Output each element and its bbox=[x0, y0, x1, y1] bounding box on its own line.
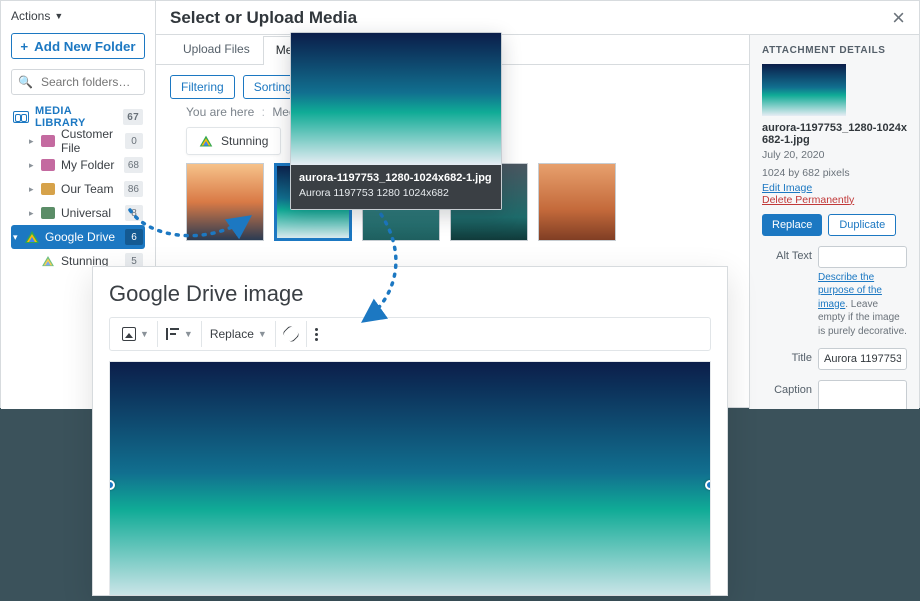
editor-image-wrapper[interactable] bbox=[109, 361, 711, 596]
align-icon bbox=[166, 328, 180, 340]
subfolder-label: Stunning bbox=[221, 134, 268, 148]
modal-title: Select or Upload Media bbox=[170, 8, 892, 28]
filtering-button[interactable]: Filtering bbox=[170, 75, 235, 99]
thumbnail[interactable] bbox=[538, 163, 616, 241]
folder-label: Our Team bbox=[61, 182, 124, 196]
link-icon bbox=[282, 325, 300, 343]
modal-header: Select or Upload Media × bbox=[156, 1, 919, 35]
folder-google-drive[interactable]: ▾ Google Drive 6 bbox=[11, 225, 145, 249]
collapse-icon: ▾ bbox=[13, 232, 23, 243]
breadcrumb-prefix: You are here bbox=[186, 105, 254, 119]
alt-text-input[interactable] bbox=[818, 246, 907, 268]
link-button[interactable] bbox=[276, 321, 307, 347]
search-icon: 🔍 bbox=[18, 75, 33, 89]
actions-menu[interactable]: Actions ▼ bbox=[11, 9, 145, 23]
title-label: Title bbox=[762, 348, 812, 364]
add-folder-label: Add New Folder bbox=[34, 39, 135, 54]
align-button[interactable]: ▼ bbox=[158, 321, 202, 347]
caption-label: Caption bbox=[762, 380, 812, 396]
expand-icon: ▸ bbox=[29, 136, 39, 147]
image-icon bbox=[122, 327, 136, 341]
block-type-button[interactable]: ▼ bbox=[114, 321, 158, 347]
expand-icon: ▸ bbox=[29, 184, 39, 195]
edit-image-link[interactable]: Edit Image bbox=[762, 182, 907, 194]
alt-text-hint: Describe the purpose of the image. Leave… bbox=[818, 271, 907, 339]
resize-handle-right[interactable] bbox=[705, 480, 711, 490]
badge-count: 67 bbox=[123, 109, 143, 125]
editor-heading: Google Drive image bbox=[93, 267, 727, 317]
badge-count: 68 bbox=[124, 157, 143, 173]
folder-my-folder[interactable]: ▸ My Folder 68 bbox=[11, 153, 145, 177]
alt-text-label: Alt Text bbox=[762, 246, 812, 262]
folder-search-input[interactable]: 🔍 bbox=[11, 69, 145, 95]
folder-icon bbox=[41, 207, 55, 219]
preview-caption: aurora-1197753_1280-1024x682-1.jpg Auror… bbox=[291, 165, 501, 209]
more-options-button[interactable] bbox=[307, 321, 326, 347]
chevron-down-icon: ▼ bbox=[258, 329, 267, 339]
close-icon[interactable]: × bbox=[892, 7, 905, 29]
tree-root-media-library[interactable]: MEDIA LIBRARY 67 bbox=[11, 105, 145, 129]
chevron-down-icon: ▼ bbox=[54, 11, 63, 21]
replace-label: Replace bbox=[210, 327, 254, 341]
badge-count: 8 bbox=[125, 205, 143, 221]
badge-count: 86 bbox=[124, 181, 143, 197]
actions-label: Actions bbox=[11, 9, 50, 23]
badge-count: 0 bbox=[125, 133, 143, 149]
folder-icon bbox=[41, 159, 55, 171]
details-dimensions: 1024 by 682 pixels bbox=[762, 166, 907, 182]
folder-label: My Folder bbox=[61, 158, 124, 172]
tab-upload-files[interactable]: Upload Files bbox=[170, 35, 263, 64]
block-toolbar: ▼ ▼ Replace ▼ bbox=[109, 317, 711, 351]
folder-our-team[interactable]: ▸ Our Team 86 bbox=[11, 177, 145, 201]
google-drive-icon bbox=[42, 255, 54, 266]
details-filename: aurora-1197753_1280-1024x682-1.jpg bbox=[762, 122, 907, 146]
media-library-icon bbox=[13, 111, 29, 123]
expand-icon: ▸ bbox=[29, 208, 39, 219]
block-editor-panel: Google Drive image ▼ ▼ Replace ▼ bbox=[92, 266, 728, 596]
preview-image bbox=[291, 33, 501, 165]
plus-icon: + bbox=[20, 39, 28, 54]
folder-universal[interactable]: ▸ Universal 8 bbox=[11, 201, 145, 225]
details-heading: ATTACHMENT DETAILS bbox=[762, 45, 907, 56]
chevron-down-icon: ▼ bbox=[184, 329, 193, 339]
folder-label: Universal bbox=[61, 206, 125, 220]
details-thumbnail bbox=[762, 64, 846, 116]
folder-icon bbox=[41, 135, 55, 147]
details-date: July 20, 2020 bbox=[762, 148, 907, 164]
expand-icon: ▸ bbox=[29, 160, 39, 171]
google-drive-icon bbox=[25, 231, 39, 244]
google-drive-icon bbox=[200, 135, 213, 147]
folder-label: Customer File bbox=[61, 127, 125, 155]
folder-label: Google Drive bbox=[45, 230, 125, 244]
thumbnail[interactable] bbox=[186, 163, 264, 241]
replace-button[interactable]: Replace ▼ bbox=[202, 321, 276, 347]
badge-count: 6 bbox=[125, 229, 143, 245]
replace-button[interactable]: Replace bbox=[762, 214, 822, 236]
delete-permanently-link[interactable]: Delete Permanently bbox=[762, 194, 907, 206]
breadcrumb-sep: : bbox=[262, 105, 265, 119]
caption-input[interactable] bbox=[818, 380, 907, 409]
thumbnail-preview-card: aurora-1197753_1280-1024x682-1.jpg Auror… bbox=[290, 32, 502, 210]
attachment-details: ATTACHMENT DETAILS aurora-1197753_1280-1… bbox=[749, 35, 919, 409]
folder-icon bbox=[41, 183, 55, 195]
editor-image bbox=[110, 362, 710, 596]
preview-filename: aurora-1197753_1280-1024x682-1.jpg bbox=[299, 171, 493, 186]
title-input[interactable] bbox=[818, 348, 907, 370]
preview-subline: Aurora 1197753 1280 1024x682 bbox=[299, 187, 449, 199]
tree-root-label: MEDIA LIBRARY bbox=[35, 105, 123, 129]
vertical-dots-icon bbox=[315, 328, 318, 341]
add-folder-button[interactable]: + Add New Folder bbox=[11, 33, 145, 59]
duplicate-button[interactable]: Duplicate bbox=[828, 214, 896, 236]
chevron-down-icon: ▼ bbox=[140, 329, 149, 339]
folder-customer-file[interactable]: ▸ Customer File 0 bbox=[11, 129, 145, 153]
folder-tree: MEDIA LIBRARY 67 ▸ Customer File 0 ▸ My … bbox=[11, 105, 145, 273]
subfolder-chip-stunning[interactable]: Stunning bbox=[186, 127, 281, 155]
